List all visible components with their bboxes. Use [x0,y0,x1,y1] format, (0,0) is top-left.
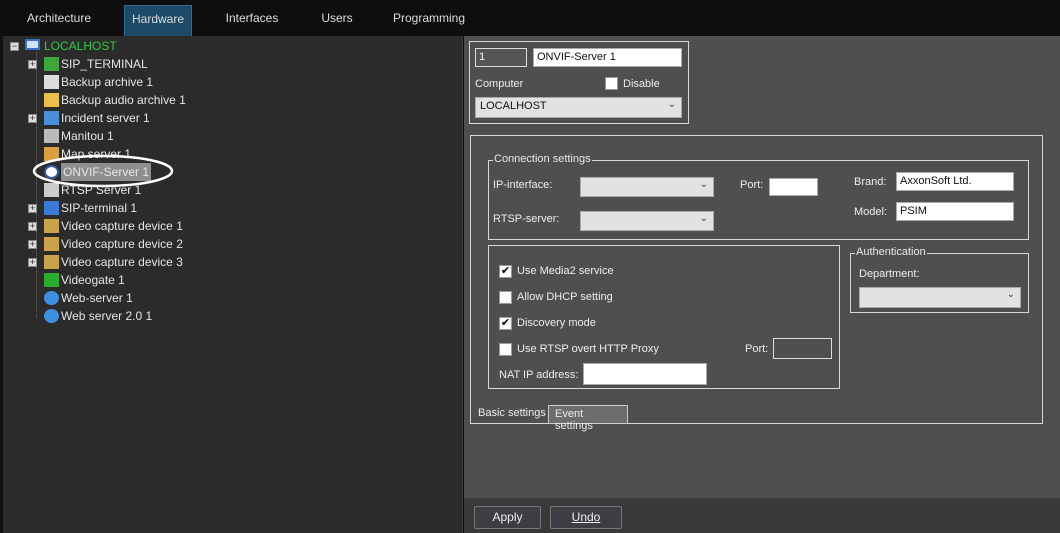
board-icon [44,57,59,71]
sip-icon [44,201,59,215]
tab-hardware[interactable]: Hardware [124,5,192,36]
department-label: Department: [859,268,920,280]
nat-ip-label: NAT IP address: [499,369,579,381]
port-field[interactable] [769,178,818,196]
hardware-tree: − LOCALHOST + SIP_TERMINAL Backup archive … [3,36,463,533]
computer-select[interactable]: LOCALHOST ⌄ [475,97,682,118]
incident-icon [44,111,59,125]
rtsp-server-select[interactable]: ⌄ [580,211,714,231]
tab-programming[interactable]: Programming [390,5,468,36]
chip-icon [44,255,59,269]
authentication-title: Authentication [855,246,927,258]
chevron-down-icon: ⌄ [699,213,708,224]
manitou-icon [44,129,59,143]
tree-item[interactable]: Manitou 1 [61,127,114,145]
computer-label: Computer [475,78,524,90]
undo-button[interactable]: Undo [550,506,622,529]
allow-dhcp-label: Allow DHCP setting [517,291,613,303]
tab-basic-settings[interactable]: Basic settings [478,407,546,419]
tree-item[interactable]: Backup archive 1 [61,73,153,91]
tree-item[interactable]: Video capture device 3 [61,253,183,271]
ip-interface-select[interactable]: ⌄ [580,177,714,197]
discovery-mode-label: Discovery mode [517,317,596,329]
authentication-group: Authentication Department: ⌄ [850,246,1029,313]
expand-icon[interactable]: + [28,240,37,249]
proxy-port-field[interactable] [773,338,832,359]
rtsp-server-label: RTSP-server: [493,213,560,225]
chip-icon [44,219,59,233]
tab-architecture[interactable]: Architecture [18,5,100,36]
bottom-bar: Apply Undo [464,498,1060,533]
computer-value: LOCALHOST [480,100,547,112]
proxy-port-label: Port: [745,343,769,355]
tree-item[interactable]: Videogate 1 [61,271,125,289]
tab-interfaces[interactable]: Interfaces [218,5,286,36]
department-select[interactable]: ⌄ [859,287,1021,308]
expand-icon[interactable]: + [28,60,37,69]
chevron-down-icon: ⌄ [667,99,676,110]
tab-event-settings[interactable]: Event settings [548,405,628,432]
chip-icon [44,237,59,251]
connection-settings-title: Connection settings [493,153,592,165]
model-label: Model: [854,206,888,218]
highlight-circle [32,154,174,188]
tree-item[interactable]: SIP_TERMINAL [61,55,148,73]
expand-icon[interactable]: + [28,222,37,231]
archive-icon [44,75,59,89]
disable-label: Disable [623,78,660,90]
tree-item[interactable]: Video capture device 1 [61,217,183,235]
discovery-mode-checkbox[interactable]: ✔ [499,317,512,330]
collapse-icon[interactable]: − [10,42,19,51]
use-media2-checkbox[interactable]: ✔ [499,265,512,278]
tree-root-localhost[interactable]: LOCALHOST [44,37,117,55]
videogate-icon [44,273,59,287]
model-field[interactable]: PSIM [896,202,1014,221]
chevron-down-icon: ⌄ [1006,289,1015,300]
connection-settings-group: Connection settings IP-interface: ⌄ Port… [488,153,1029,240]
expand-icon[interactable]: + [28,258,37,267]
audio-archive-icon [44,93,59,107]
globe-icon [44,291,59,305]
tree-item[interactable]: Web-server 1 [61,289,133,307]
options-group: ✔ Use Media2 service Allow DHCP setting … [488,245,840,389]
brand-label: Brand: [854,176,887,188]
expand-icon[interactable]: + [28,114,37,123]
rtsp-proxy-label: Use RTSP overt HTTP Proxy [517,343,659,355]
nat-ip-field[interactable] [583,363,707,385]
tree-item[interactable]: Backup audio archive 1 [61,91,186,109]
top-tab-bar: Architecture Hardware Interfaces Users P… [0,0,1060,36]
tree-item[interactable]: Incident server 1 [61,109,150,127]
settings-frame: Connection settings IP-interface: ⌄ Port… [470,135,1043,432]
allow-dhcp-checkbox[interactable] [499,291,512,304]
rtsp-proxy-checkbox[interactable] [499,343,512,356]
disable-checkbox[interactable] [605,77,618,90]
name-field[interactable]: ONVIF-Server 1 [533,48,682,67]
apply-button[interactable]: Apply [474,506,541,529]
port-label: Port: [740,179,764,191]
use-media2-label: Use Media2 service [517,265,614,277]
globe-icon [44,309,59,323]
computer-icon [25,39,40,50]
chevron-down-icon: ⌄ [699,179,708,190]
ip-interface-label: IP-interface: [493,179,553,191]
object-header-group: 1 ONVIF-Server 1 Computer Disable LOCALH… [469,41,689,124]
expand-icon[interactable]: + [28,204,37,213]
properties-panel: 1 ONVIF-Server 1 Computer Disable LOCALH… [464,36,1060,498]
tree-item[interactable]: Video capture device 2 [61,235,183,253]
brand-field[interactable]: AxxonSoft Ltd. [896,172,1014,191]
tree-item[interactable]: Web server 2.0 1 [61,307,152,325]
id-field[interactable]: 1 [475,48,527,67]
tree-item[interactable]: SIP-terminal 1 [61,199,137,217]
tab-users[interactable]: Users [312,5,362,36]
